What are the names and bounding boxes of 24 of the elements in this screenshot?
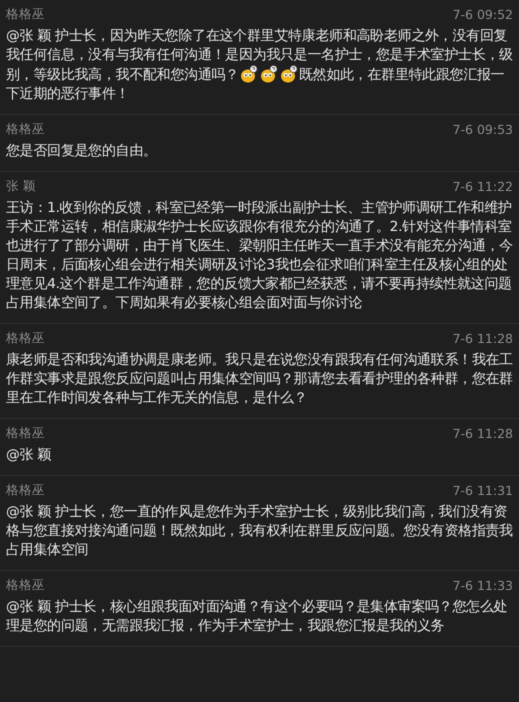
emoji-icon bbox=[280, 65, 298, 83]
emoji-icon bbox=[240, 65, 258, 83]
sender-name: 格格巫 bbox=[6, 121, 45, 138]
message-time: 7-6 11:28 bbox=[452, 426, 513, 441]
message-time: 7-6 09:53 bbox=[452, 122, 513, 137]
message-time: 7-6 11:33 bbox=[452, 578, 513, 593]
message-time: 7-6 09:52 bbox=[452, 7, 513, 22]
message-time: 7-6 11:22 bbox=[452, 179, 513, 194]
emoji-icon bbox=[260, 65, 278, 83]
message-text: 您是否回复是您的自由。 bbox=[6, 142, 158, 161]
sender-name: 格格巫 bbox=[6, 6, 45, 23]
message-text: @张 颖 bbox=[6, 446, 52, 465]
message-text: 王访：1.收到你的反馈，科室已经第一时段派出副护士长、主管护师调研工作和维护手术正常运转，相信康淑华护士长应该跟你有很充分的沟通了。2.针对这件事情科室也进行了了部分调研，由于肖飞医生、梁朝阳主任昨天一直手术没有能充分沟通，今日周末，后面核心组会进行相关调研及讨论3我也会征求咱们科室主任及核心组的处理意见4.这个群是工作沟通群，您的反馈大家都已经获悉，请不要再持续性就这问题占用集体空间了。下周如果有必要核心组会面对面与你讨论 bbox=[6, 199, 513, 313]
message-time: 7-6 11:28 bbox=[452, 331, 513, 346]
message-time: 7-6 11:31 bbox=[452, 483, 513, 498]
sender-name: 格格巫 bbox=[6, 425, 45, 442]
sender-name: 格格巫 bbox=[6, 577, 45, 594]
message-text: @张 颖 护士长，因为昨天您除了在这个群里艾特康老师和高盼老师之外，没有回复我任何信息，没有与我有任何沟通！是因为我只是一名护士，您是手术室护士长，级别，等级比我高，我不配和您沟通吗？ 既然如此，在群里特此跟您汇报一下近期的恶行事件！ bbox=[6, 27, 513, 104]
sender-name: 格格巫 bbox=[6, 482, 45, 499]
message-text: @张 颖 护士长，核心组跟我面对面沟通？有这个必要吗？是集体审案吗？您怎么处理是您的问题，无需跟我汇报，作为手术室护士，我跟您汇报是我的义务 bbox=[6, 598, 508, 636]
sender-name: 张 颖 bbox=[6, 178, 36, 195]
message-text: 康老师是否和我沟通协调是康老师。我只是在说您没有跟我有任何沟通联系！我在工作群实事求是跟您反应问题叫占用集体空间吗？那请您去看看护理的各种群，您在群里在工作时间发各种与工作无关的信息，是什么？ bbox=[6, 351, 513, 408]
message-text: @张 颖 护士长，您一直的作风是您作为手术室护士长，级别比我们高，我们没有资格与您直接对接沟通问题！既然如此，我有权利在群里反应问题。您没有资格指责我占用集体空间 bbox=[6, 503, 513, 560]
sender-name: 格格巫 bbox=[6, 330, 45, 347]
